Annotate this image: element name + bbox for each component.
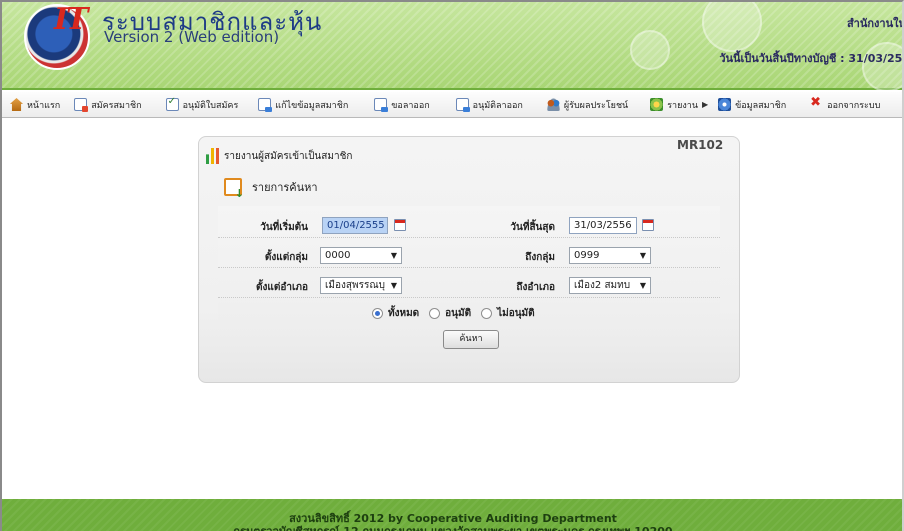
from-group-select[interactable]: 0000 ▼ (320, 247, 402, 264)
to-group-label: ถึงกลุ่ม (525, 252, 555, 263)
bar-chart-icon (206, 148, 222, 164)
status-radio-group: ทั้งหมด อนุมัติ ไม่อนุมัติ (372, 306, 545, 321)
menu-item-label: แก้ไขข้อมูลสมาชิก (275, 100, 349, 111)
menu-item-label: ขอลาออก (391, 100, 430, 111)
radio-all[interactable] (372, 308, 383, 319)
app-version: Version 2 (Web edition) (104, 28, 280, 46)
menu-item-beneficiary[interactable]: ผู้รับผลประโยชน์ (546, 98, 629, 112)
from-district-value: เมืองสุพรรณบุ (325, 280, 385, 291)
menu-item-label: ผู้รับผลประโยชน์ (563, 100, 629, 111)
menu-item-reports[interactable]: รายงาน ▶ (650, 98, 708, 112)
footer-address: กรมตรวจบัญชีสหกรณ์ 12 ถนนกรุงเกษม แขวงวั… (2, 522, 902, 531)
chevron-down-icon: ▼ (639, 251, 646, 260)
menu-item-label: สมัครสมาชิก (91, 100, 142, 111)
report-title-text: รายงานผู้สมัครเข้าเป็นสมาชิก (224, 150, 353, 162)
radio-all-label: ทั้งหมด (388, 308, 420, 319)
menu-item-edit-member[interactable]: แก้ไขข้อมูลสมาชิก (258, 98, 348, 112)
menu-item-label: ข้อมูลสมาชิก (735, 100, 787, 111)
chevron-down-icon: ▼ (639, 281, 646, 290)
radio-approved[interactable] (429, 308, 441, 319)
browser-page: IT ระบบสมาชิกและหุ้น Version 2 (Web edit… (0, 0, 904, 531)
logout-icon (810, 95, 823, 111)
menu-item-resign-request[interactable]: ขอลาออก (374, 98, 430, 112)
start-date-label: วันที่เริ่มต้น (260, 222, 308, 233)
form-row-groups: ตั้งแต่กลุ่ม 0000 ▼ ถึงกลุ่ม 0999 ▼ (218, 240, 720, 268)
from-district-label: ตั้งแต่อำเภอ (256, 282, 308, 293)
menu-item-label: อนุมัติลาออก (472, 100, 523, 111)
end-date-label: วันที่สิ้นสุด (510, 222, 555, 233)
menu-item-register[interactable]: สมัครสมาชิก (74, 98, 142, 112)
search-heading: รายการค้นหา (224, 178, 318, 200)
form-row-dates: วันที่เริ่มต้น 01/04/2555 วันที่สิ้นสุด … (218, 210, 720, 238)
coin-decoration (630, 30, 670, 70)
coin-decoration (702, 2, 762, 52)
start-date-input[interactable]: 01/04/2555 (322, 217, 388, 234)
report-code: MR102 (677, 138, 724, 152)
menu-item-approve-resign[interactable]: อนุมัติลาออก (455, 98, 523, 112)
to-group-select[interactable]: 0999 ▼ (569, 247, 651, 264)
menu-item-label: ออกจากระบบ (827, 100, 881, 111)
caret-right-icon: ▶ (701, 100, 709, 109)
page-footer: สงวนลิขสิทธิ์ 2012 by Cooperative Auditi… (2, 499, 902, 531)
menu-item-home[interactable]: หน้าแรก (10, 98, 60, 112)
approve-resign-icon (455, 98, 470, 112)
fiscal-year-end-text: วันนี้เป็นวันสิ้นปีทางบัญชี : 31/03/255 (719, 52, 904, 65)
chevron-down-icon: ▼ (390, 281, 397, 290)
menu-item-label: อนุมัติใบสมัคร (182, 100, 239, 111)
register-icon (74, 98, 89, 112)
logo-it-mark: IT (54, 2, 88, 37)
main-menu: หน้าแรก สมัครสมาชิก อนุมัติใบสมัคร แก้ไข… (2, 92, 902, 118)
menu-item-logout[interactable]: ออกจากระบบ (810, 95, 881, 112)
form-row-districts: ตั้งแต่อำเภอ เมืองสุพรรณบุ ▼ ถึงอำเภอ เม… (218, 270, 720, 298)
to-district-select[interactable]: เมือง2 สมทบ ▼ (569, 277, 651, 294)
menu-item-approve-application[interactable]: อนุมัติใบสมัคร (165, 96, 239, 112)
radio-not-approved-label: ไม่อนุมัติ (497, 308, 535, 319)
clipboard-icon (224, 178, 244, 200)
app-header: IT ระบบสมาชิกและหุ้น Version 2 (Web edit… (2, 2, 904, 92)
menu-item-member-info[interactable]: ข้อมูลสมาชิก (718, 98, 786, 112)
search-button[interactable]: ค้นหา (443, 330, 499, 349)
home-icon (10, 98, 23, 111)
to-group-value: 0999 (574, 250, 600, 261)
report-icon (650, 98, 664, 111)
radio-approved-label: อนุมัติ (445, 308, 472, 319)
beneficiary-icon (546, 98, 560, 111)
org-name: สำนักงานใน (846, 17, 904, 30)
from-group-value: 0000 (325, 250, 351, 261)
resign-request-icon (374, 98, 389, 112)
end-date-input[interactable]: 31/03/2556 (569, 217, 637, 234)
report-title: รายงานผู้สมัครเข้าเป็นสมาชิก (206, 148, 352, 164)
menu-item-label: รายงาน (667, 100, 698, 111)
from-group-label: ตั้งแต่กลุ่ม (264, 252, 308, 263)
member-info-icon (718, 98, 732, 111)
radio-not-approved[interactable] (481, 308, 493, 319)
search-heading-text: รายการค้นหา (252, 181, 318, 194)
chevron-down-icon: ▼ (390, 251, 397, 260)
end-date-calendar-icon[interactable] (642, 219, 654, 231)
to-district-value: เมือง2 สมทบ (574, 280, 631, 291)
start-date-calendar-icon[interactable] (394, 219, 406, 231)
edit-member-icon (258, 98, 273, 112)
from-district-select[interactable]: เมืองสุพรรณบุ ▼ (320, 277, 402, 294)
menu-item-label: หน้าแรก (27, 100, 61, 111)
approve-icon (165, 96, 179, 111)
to-district-label: ถึงอำเภอ (516, 282, 555, 293)
